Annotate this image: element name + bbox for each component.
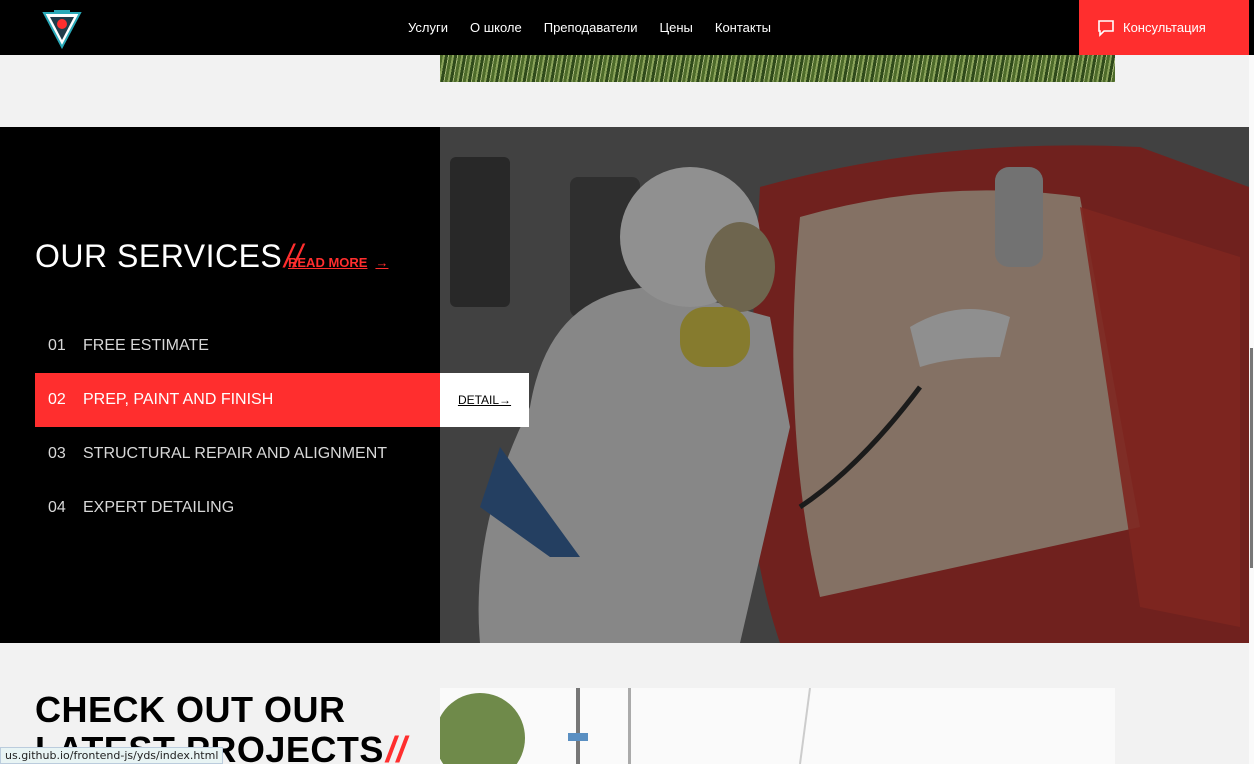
car-painting-photo: [440, 127, 1249, 643]
nav-item-teachers[interactable]: Преподаватели: [544, 20, 638, 35]
service-item-structural-repair[interactable]: 03 STRUCTURAL REPAIR AND ALIGNMENT: [35, 427, 440, 481]
scrollbar-thumb[interactable]: [1250, 348, 1253, 568]
services-list: 01 FREE ESTIMATE 02 PREP, PAINT AND FINI…: [35, 319, 440, 535]
read-more-label: READ MORE: [288, 255, 368, 270]
nav-item-prices[interactable]: Цены: [660, 20, 693, 35]
service-number: 04: [48, 499, 66, 516]
service-label: FREE ESTIMATE: [83, 337, 209, 354]
consultation-button[interactable]: Консультация: [1079, 0, 1249, 55]
service-number: 03: [48, 445, 66, 462]
project-photo: [440, 688, 1115, 764]
chat-icon: [1098, 19, 1114, 37]
services-title: OUR SERVICES: [35, 238, 283, 274]
title-decoration: //: [385, 729, 407, 764]
nav-item-about[interactable]: О школе: [470, 20, 522, 35]
previous-section-image: [440, 55, 1115, 82]
consultation-label: Консультация: [1123, 20, 1206, 35]
service-label: EXPERT DETAILING: [83, 499, 235, 516]
nav-item-contacts[interactable]: Контакты: [715, 20, 771, 35]
detail-button[interactable]: DETAIL→: [440, 373, 529, 427]
logo-icon[interactable]: [42, 7, 82, 50]
read-more-link[interactable]: READ MORE →: [288, 255, 388, 270]
services-section: OUR SERVICES // READ MORE → 01 FREE ESTI…: [0, 127, 1249, 643]
projects-title-line1: CHECK OUT OUR: [35, 689, 346, 730]
arrow-right-icon: →: [375, 255, 389, 270]
service-number: 02: [48, 391, 66, 408]
site-header: Услуги О школе Преподаватели Цены Контак…: [0, 0, 1254, 55]
service-item-prep-paint[interactable]: 02 PREP, PAINT AND FINISH: [35, 373, 440, 427]
status-bar-url: us.github.io/frontend-js/yds/index.html: [0, 747, 224, 764]
services-heading: OUR SERVICES //: [35, 238, 303, 275]
nav-item-services[interactable]: Услуги: [408, 20, 448, 35]
service-label: STRUCTURAL REPAIR AND ALIGNMENT: [83, 445, 388, 462]
service-number: 01: [48, 337, 66, 354]
service-item-expert-detailing[interactable]: 04 EXPERT DETAILING: [35, 481, 440, 535]
main-nav: Услуги О школе Преподаватели Цены Контак…: [408, 0, 771, 55]
service-label: PREP, PAINT AND FINISH: [83, 391, 274, 408]
service-item-free-estimate[interactable]: 01 FREE ESTIMATE: [35, 319, 440, 373]
